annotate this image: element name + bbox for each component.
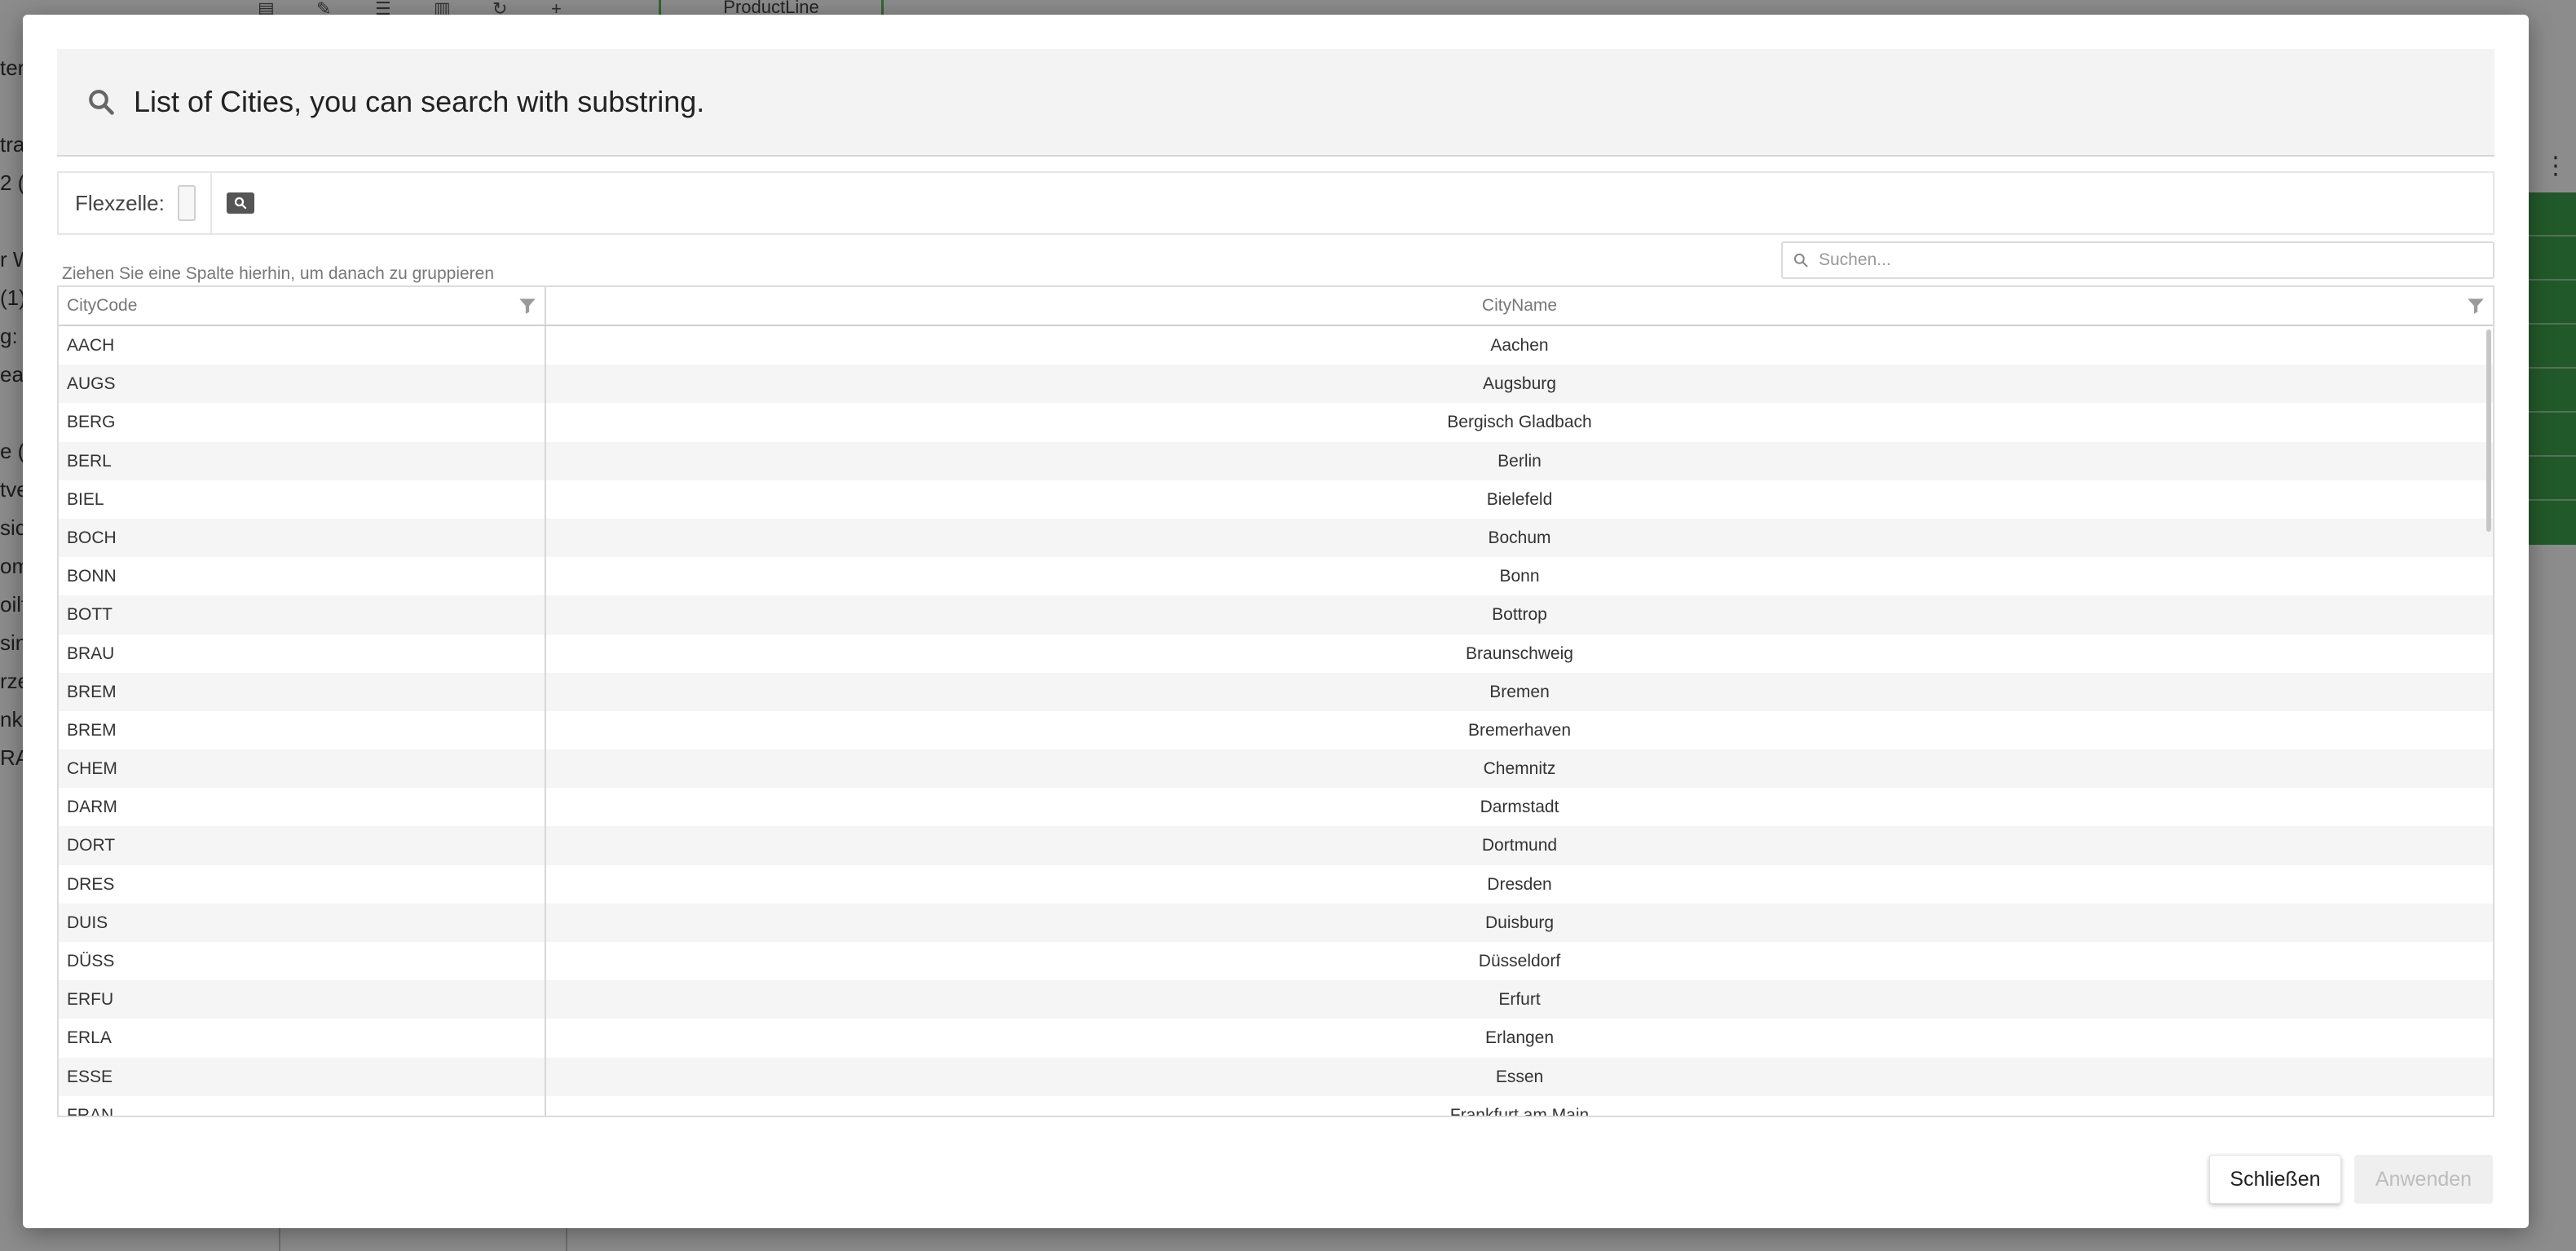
citycode-cell: DORT (59, 826, 546, 865)
citycode-cell: ERFU (59, 980, 546, 1019)
table-row[interactable]: DUIS Duisburg (59, 903, 2493, 942)
flexcell-bar: Flexzelle: (57, 171, 2494, 235)
search-icon (89, 90, 114, 115)
cityname-cell: Bremerhaven (1467, 720, 1572, 740)
citycode-cell: BREM (59, 672, 546, 711)
search-icon (1793, 253, 1808, 267)
table-row[interactable]: AACH Aachen (59, 326, 2493, 365)
cityname-cell: Augsburg (1483, 374, 1556, 394)
citycode-cell: BERG (59, 403, 546, 442)
dialog-header: List of Cities, you can search with subs… (57, 49, 2494, 157)
table-row[interactable]: BONN Bonn (59, 557, 2493, 596)
cityname-cell: Düsseldorf (1478, 952, 1561, 970)
close-button[interactable]: Schließen (2209, 1155, 2341, 1204)
filter-icon[interactable] (517, 295, 538, 316)
cityname-cell: Erlangen (1484, 1028, 1555, 1048)
cityname-cell: Essen (1495, 1067, 1544, 1086)
divider (210, 172, 212, 234)
flexcell-label: Flexzelle: (75, 190, 165, 215)
vertical-scrollbar[interactable] (2486, 329, 2491, 532)
table-row[interactable]: DARM Darmstadt (59, 788, 2493, 827)
grid-body: AACH Aachen AUGS Augsburg BERG Bergisch Gladb… (59, 326, 2493, 1116)
cityname-cell: Bremen (1489, 682, 1550, 701)
citycode-cell: DRES (59, 864, 546, 904)
table-row[interactable]: BOTT Bottrop (59, 595, 2493, 634)
grid-search-input[interactable] (1819, 250, 2471, 270)
citycode-cell: BONN (59, 557, 546, 596)
cityname-cell: Bochum (1488, 528, 1551, 547)
citycode-cell: BOCH (59, 518, 546, 558)
citycode-cell: DÜSS (59, 942, 546, 981)
cityname-cell: Berlin (1498, 451, 1542, 471)
column-header-label: CityName (1481, 296, 1558, 315)
table-row[interactable]: ERLA Erlangen (59, 1019, 2493, 1058)
table-row[interactable]: BERG Bergisch Gladbach (59, 403, 2493, 442)
table-row[interactable]: ESSE Essen (59, 1057, 2493, 1096)
cityname-cell: Dortmund (1481, 836, 1558, 855)
cityname-cell: Bottrop (1492, 605, 1547, 625)
table-row[interactable]: DRES Dresden (59, 864, 2493, 904)
citycode-cell: BOTT (59, 595, 546, 634)
citycode-cell: BIEL (59, 480, 546, 519)
citycode-cell: AUGS (59, 365, 546, 404)
cityname-cell: Braunschweig (1466, 643, 1573, 663)
table-row[interactable]: DORT Dortmund (59, 826, 2493, 865)
table-row[interactable]: BREM Bremen (59, 672, 2493, 711)
citycode-cell: BRAU (59, 634, 546, 673)
cityname-cell: Chemnitz (1483, 759, 1556, 779)
table-row[interactable]: BIEL Bielefeld (59, 480, 2493, 519)
table-row[interactable]: BREM Bremerhaven (59, 710, 2493, 750)
grid-search-box[interactable] (1781, 241, 2494, 279)
table-row[interactable]: BOCH Bochum (59, 518, 2493, 558)
cityname-cell: Aachen (1490, 336, 1549, 355)
group-panel-hint: Ziehen Sie eine Spalte hierhin, um danac… (62, 264, 495, 283)
citycode-cell: FRAN (59, 1095, 546, 1116)
citycode-cell: BREM (59, 710, 546, 750)
citycode-cell: BERL (59, 441, 546, 480)
filter-icon[interactable] (2465, 295, 2486, 316)
table-row[interactable]: BERL Berlin (59, 441, 2493, 480)
citycode-cell: DUIS (59, 903, 546, 942)
cityname-cell: Bielefeld (1486, 489, 1553, 509)
flexcell-input[interactable] (177, 185, 196, 221)
column-header-cityname[interactable]: CityName (546, 287, 2493, 325)
search-icon (234, 197, 246, 210)
cityname-cell: Erfurt (1498, 990, 1541, 1010)
cityname-cell: Darmstadt (1480, 798, 1559, 817)
cityname-cell: Duisburg (1484, 913, 1555, 932)
table-row[interactable]: BRAU Braunschweig (59, 634, 2493, 673)
citycode-cell: CHEM (59, 749, 546, 789)
table-row[interactable]: AUGS Augsburg (59, 365, 2493, 404)
citycode-cell: ESSE (59, 1057, 546, 1096)
city-grid: CityCode CityName AACH Aachen AUGS Augsburg… (57, 285, 2494, 1117)
cityname-cell: Bergisch Gladbach (1447, 413, 1592, 432)
citycode-cell: DARM (59, 788, 546, 827)
apply-button[interactable]: Anwenden (2354, 1155, 2493, 1204)
city-list-dialog: List of Cities, you can search with subs… (23, 15, 2529, 1228)
table-row[interactable]: DÜSS Düsseldorf (59, 942, 2493, 981)
cityname-cell: Dresden (1487, 874, 1552, 894)
grid-header-row: CityCode CityName (59, 287, 2493, 326)
cityname-cell: Bonn (1499, 567, 1540, 586)
dialog-title: List of Cities, you can search with subs… (134, 85, 705, 118)
flexcell-search-button[interactable] (226, 192, 254, 214)
table-row[interactable]: FRAN Frankfurt am Main (59, 1095, 2493, 1116)
column-header-label: CityCode (67, 296, 138, 315)
table-row[interactable]: ERFU Erfurt (59, 980, 2493, 1019)
table-row[interactable]: CHEM Chemnitz (59, 749, 2493, 789)
column-header-citycode[interactable]: CityCode (59, 287, 546, 325)
citycode-cell: AACH (59, 326, 546, 365)
cityname-cell: Frankfurt am Main (1449, 1105, 1590, 1116)
citycode-cell: ERLA (59, 1019, 546, 1058)
